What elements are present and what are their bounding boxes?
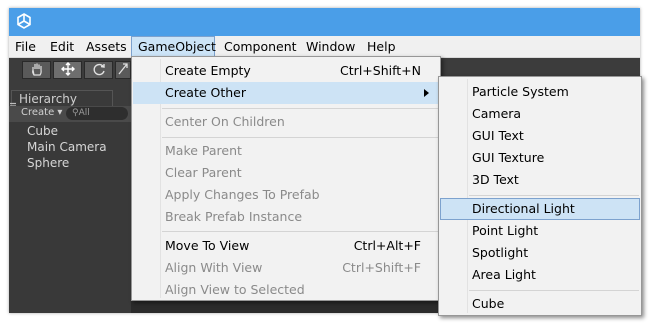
menu-gameobject[interactable]: GameObject bbox=[131, 36, 216, 57]
move-tool-icon bbox=[60, 62, 75, 79]
menu-separator bbox=[162, 137, 438, 138]
submenu-item-3d-text[interactable]: 3D Text bbox=[440, 169, 640, 191]
hierarchy-create-button[interactable]: Create ▾ bbox=[21, 107, 62, 118]
create-label: Create bbox=[21, 107, 55, 118]
menu-file[interactable]: File bbox=[15, 36, 36, 57]
menu-item-create-other[interactable]: Create Other bbox=[133, 82, 439, 104]
title-bar bbox=[9, 8, 640, 36]
menu-item-label: Area Light bbox=[472, 267, 536, 282]
menu-separator bbox=[469, 290, 639, 291]
menu-separator bbox=[162, 231, 438, 232]
hierarchy-item-sphere[interactable]: Sphere bbox=[27, 156, 69, 170]
unity-logo-icon bbox=[16, 13, 32, 29]
hierarchy-title: Hierarchy bbox=[19, 92, 78, 106]
menu-item-center-on-children[interactable]: Center On Children bbox=[133, 111, 439, 133]
menu-item-label: Align With View bbox=[165, 260, 263, 275]
menu-item-shortcut: Ctrl+Shift+F bbox=[342, 260, 421, 275]
menu-separator bbox=[162, 108, 438, 109]
submenu-item-directional-light[interactable]: Directional Light bbox=[440, 198, 640, 220]
submenu-item-gui-texture[interactable]: GUI Texture bbox=[440, 147, 640, 169]
search-icon: ⚲ bbox=[72, 108, 79, 118]
menu-help[interactable]: Help bbox=[367, 36, 396, 57]
rotate-tool-icon bbox=[92, 63, 106, 79]
hierarchy-toolbar: Create ▾ ⚲All bbox=[9, 106, 131, 122]
submenu-item-gui-text[interactable]: GUI Text bbox=[440, 125, 640, 147]
dropdown-arrow-icon: ▾ bbox=[57, 107, 63, 118]
hand-tool-icon bbox=[30, 63, 44, 79]
submenu-item-camera[interactable]: Camera bbox=[440, 103, 640, 125]
menu-item-label: 3D Text bbox=[472, 172, 519, 187]
menu-item-label: Camera bbox=[472, 106, 522, 121]
menu-item-label: Create Other bbox=[165, 85, 246, 100]
menu-item-break-prefab-instance[interactable]: Break Prefab Instance bbox=[133, 206, 439, 228]
submenu-item-point-light[interactable]: Point Light bbox=[440, 220, 640, 242]
menu-item-label: Clear Parent bbox=[165, 165, 242, 180]
menu-item-label: Move To View bbox=[165, 238, 250, 253]
submenu-arrow-icon bbox=[424, 89, 429, 97]
menu-item-label: Directional Light bbox=[472, 201, 575, 216]
menu-component[interactable]: Component bbox=[224, 36, 297, 57]
menu-item-label: Center On Children bbox=[165, 114, 285, 129]
menu-item-create-empty[interactable]: Create Empty Ctrl+Shift+N bbox=[133, 60, 439, 82]
scale-tool-icon bbox=[117, 63, 129, 79]
hand-tool-button[interactable] bbox=[22, 61, 51, 79]
menu-item-label: Apply Changes To Prefab bbox=[165, 187, 320, 202]
submenu-item-particle-system[interactable]: Particle System bbox=[440, 81, 640, 103]
menu-item-clear-parent[interactable]: Clear Parent bbox=[133, 162, 439, 184]
menu-item-make-parent[interactable]: Make Parent bbox=[133, 140, 439, 162]
menu-item-label: Break Prefab Instance bbox=[165, 209, 303, 224]
menu-item-label: Align View to Selected bbox=[165, 282, 305, 297]
menu-assets[interactable]: Assets bbox=[86, 36, 127, 57]
menu-item-shortcut: Ctrl+Alt+F bbox=[353, 238, 421, 253]
rotate-tool-button[interactable] bbox=[84, 61, 113, 79]
submenu-item-area-light[interactable]: Area Light bbox=[440, 264, 640, 286]
hierarchy-tab[interactable]: Hierarchy bbox=[10, 90, 113, 110]
menu-item-label: GUI Text bbox=[472, 128, 524, 143]
hierarchy-list: Cube Main Camera Sphere bbox=[9, 122, 131, 313]
hierarchy-search-input[interactable]: ⚲All bbox=[66, 107, 128, 120]
menu-bar: File Edit Assets GameObject Component Wi… bbox=[9, 36, 640, 58]
move-tool-button[interactable] bbox=[53, 61, 82, 79]
search-placeholder: All bbox=[78, 108, 90, 118]
create-other-submenu: Particle System Camera GUI Text GUI Text… bbox=[438, 76, 642, 316]
hierarchy-item-main-camera[interactable]: Main Camera bbox=[27, 140, 107, 154]
menu-item-label: Cube bbox=[472, 296, 505, 311]
menu-item-label: Create Empty bbox=[165, 63, 251, 78]
hierarchy-item-cube[interactable]: Cube bbox=[27, 124, 58, 138]
menu-item-label: Particle System bbox=[472, 84, 569, 99]
submenu-item-spotlight[interactable]: Spotlight bbox=[440, 242, 640, 264]
menu-item-align-view-to-selected[interactable]: Align View to Selected bbox=[133, 279, 439, 301]
menu-item-label: Point Light bbox=[472, 223, 539, 238]
menu-item-align-with-view[interactable]: Align With View Ctrl+Shift+F bbox=[133, 257, 439, 279]
menu-item-label: GUI Texture bbox=[472, 150, 545, 165]
menu-separator bbox=[469, 195, 639, 196]
gameobject-menu: Create Empty Ctrl+Shift+N Create Other C… bbox=[131, 56, 441, 301]
menu-item-label: Spotlight bbox=[472, 245, 529, 260]
scale-tool-button[interactable] bbox=[115, 61, 131, 79]
menu-edit[interactable]: Edit bbox=[50, 36, 74, 57]
submenu-item-cube[interactable]: Cube bbox=[440, 293, 640, 315]
menu-item-move-to-view[interactable]: Move To View Ctrl+Alt+F bbox=[133, 235, 439, 257]
menu-item-shortcut: Ctrl+Shift+N bbox=[340, 63, 421, 78]
menu-item-apply-changes-to-prefab[interactable]: Apply Changes To Prefab bbox=[133, 184, 439, 206]
menu-window[interactable]: Window bbox=[306, 36, 355, 57]
menu-item-label: Make Parent bbox=[165, 143, 242, 158]
